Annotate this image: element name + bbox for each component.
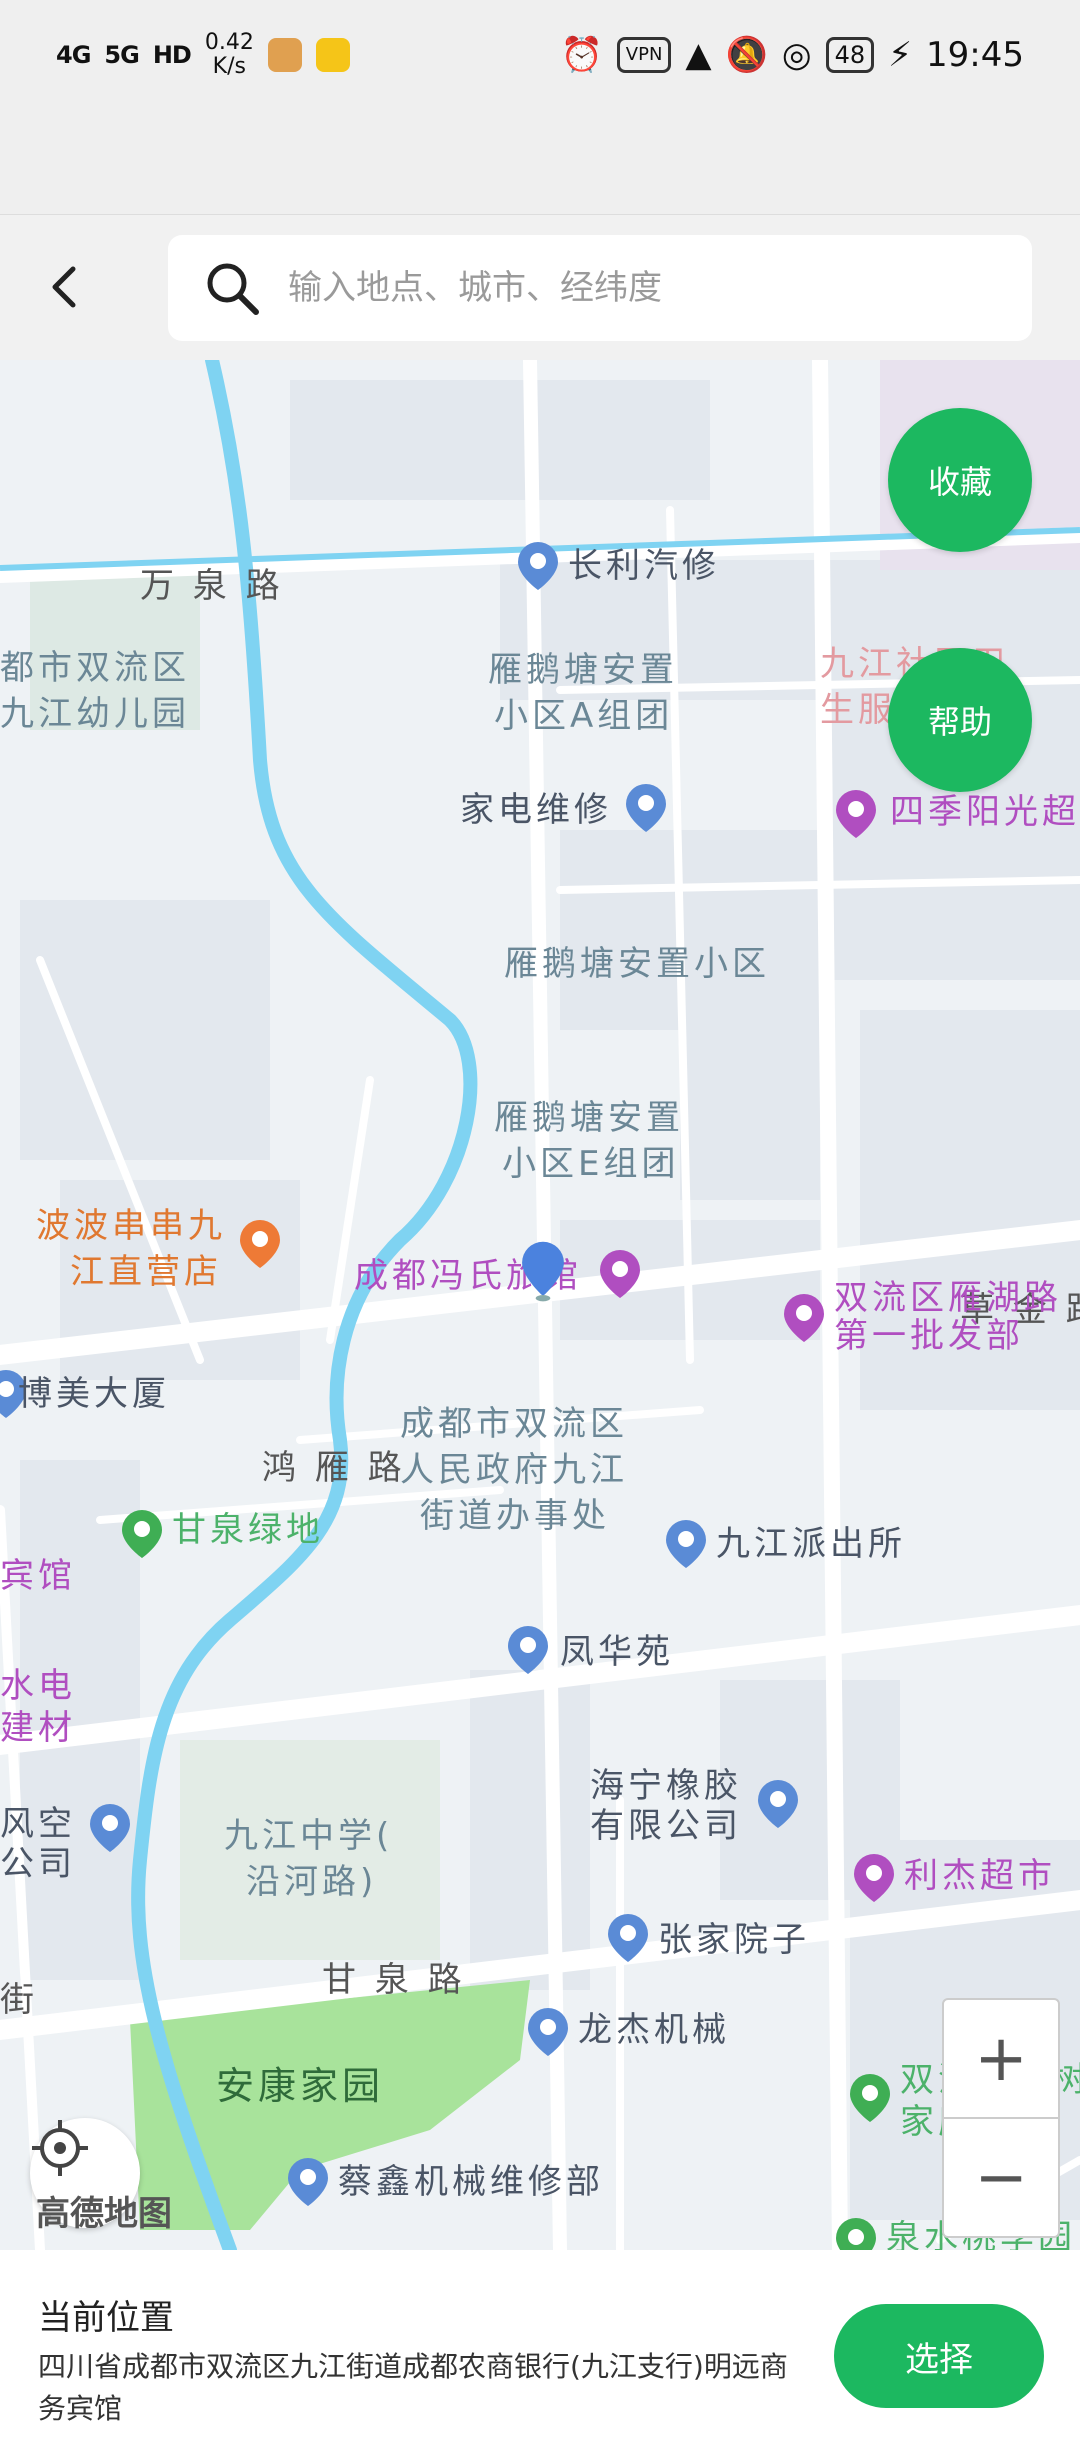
poi-label[interactable]: 四季阳光超	[890, 792, 1080, 832]
vpn-icon: VPN	[616, 37, 672, 73]
area-label: 沿河路)	[246, 1862, 378, 1902]
area-label: 人民政府九江	[400, 1450, 628, 1490]
clock: 19:45	[926, 35, 1024, 75]
location-pin-icon[interactable]	[286, 2156, 330, 2208]
area-label: 九江幼儿园	[0, 694, 190, 734]
zoom-out-button[interactable]: −	[944, 2119, 1058, 2236]
location-pin-icon[interactable]	[526, 2006, 570, 2058]
mute-icon: 🔕	[725, 35, 768, 75]
area-label: 安康家园	[216, 2064, 385, 2108]
signal-4g-icon: 4G	[56, 41, 91, 69]
location-pin-icon[interactable]	[624, 782, 668, 834]
farm-pin-icon[interactable]	[834, 2216, 878, 2250]
residence-pin-icon[interactable]	[506, 1624, 550, 1676]
poi-label[interactable]: 海宁橡胶	[590, 1766, 742, 1806]
location-pin-icon[interactable]	[756, 1778, 800, 1830]
road-label: 甘 泉 路	[322, 1960, 466, 2000]
restaurant-pin-icon[interactable]	[238, 1218, 282, 1270]
crosshair-icon	[32, 2120, 88, 2176]
select-button[interactable]: 选择	[834, 2304, 1044, 2408]
favorite-button[interactable]: 收藏	[888, 408, 1032, 552]
poi-label[interactable]: 有限公司	[590, 1806, 742, 1846]
poi-label[interactable]: 风空	[0, 1804, 76, 1844]
poi-label[interactable]: 九江派出所	[716, 1524, 906, 1564]
search-input[interactable]	[286, 267, 990, 309]
poi-label[interactable]: 张家院子	[658, 1920, 810, 1960]
back-button[interactable]	[40, 263, 88, 311]
area-label: 九江中学(	[224, 1816, 394, 1856]
map-view[interactable]: 万 泉 路 鸿 雁 路 甘 泉 路 草 金 路 街 都市双流区 九江幼儿园 雁鹅…	[0, 360, 1080, 2250]
shopping-cart-pin-icon[interactable]	[782, 1292, 826, 1344]
poi-label[interactable]: 龙杰机械	[578, 2010, 730, 2050]
network-speed-value: 0.42	[204, 30, 254, 55]
battery-icon: 48	[825, 37, 875, 73]
poi-label[interactable]: 建材	[0, 1708, 76, 1748]
area-label: 都市双流区	[0, 648, 190, 688]
app-notification-icon	[315, 38, 350, 72]
poi-label[interactable]: 长利汽修	[568, 546, 720, 586]
charging-icon: ⚡	[888, 35, 913, 75]
farm-pin-icon[interactable]	[848, 2072, 892, 2124]
network-speed: 0.42 K/s	[205, 31, 254, 79]
shopping-cart-pin-icon[interactable]	[834, 788, 878, 840]
sync-icon: ◎	[781, 35, 812, 75]
top-spacer	[0, 110, 1080, 214]
poi-label[interactable]: 凤华苑	[560, 1632, 674, 1672]
park-pin-icon[interactable]	[120, 1508, 164, 1560]
panel-title: 当前位置	[38, 2298, 174, 2338]
poi-label[interactable]: 博美大厦	[18, 1374, 170, 1414]
poi-label[interactable]: 江直营店	[70, 1252, 222, 1292]
poi-label[interactable]: 蔡鑫机械维修部	[338, 2162, 604, 2202]
network-speed-unit: K/s	[212, 54, 246, 79]
police-pin-icon[interactable]	[664, 1518, 708, 1570]
location-arrow-icon: ▲	[685, 35, 712, 75]
poi-label[interactable]: 甘泉绿地	[172, 1510, 324, 1550]
chevron-left-icon	[52, 266, 76, 308]
zoom-in-button[interactable]: +	[944, 2000, 1058, 2119]
signal-5g-icon: 5G	[104, 41, 139, 69]
hd-icon: HD	[152, 41, 192, 69]
current-address: 四川省成都市双流区九江街道成都农商银行(九江支行)明远商务宾馆	[38, 2350, 788, 2425]
search-box[interactable]	[168, 235, 1032, 341]
map-brand-logo: 高德地图	[36, 2194, 172, 2234]
area-label: 雁鹅塘安置小区	[504, 944, 770, 984]
search-icon	[207, 263, 259, 315]
poi-label[interactable]: 宾馆	[0, 1556, 76, 1596]
area-label: 街道办事处	[420, 1496, 610, 1536]
area-label: 成都市双流区	[400, 1404, 628, 1444]
poi-label[interactable]: 第一批发部	[834, 1316, 1024, 1356]
road-label: 万 泉 路	[140, 566, 284, 606]
road-label: 街	[0, 1980, 38, 2020]
status-right: ⏰ VPN ▲ 🔕 ◎ 48 ⚡ 19:45	[560, 35, 1024, 75]
app-notification-icon	[267, 38, 302, 72]
road-label: 鸿 雁 路	[262, 1448, 406, 1488]
search-header	[0, 214, 1080, 361]
current-location-panel: 当前位置 四川省成都市双流区九江街道成都农商银行(九江支行)明远商务宾馆 选择	[0, 2250, 1080, 2460]
status-bar: 4G 5G HD 0.42 K/s ⏰ VPN ▲ 🔕 ◎ 48 ⚡ 19:45	[0, 0, 1080, 110]
poi-label[interactable]: 家电维修	[460, 790, 612, 830]
location-pin-icon[interactable]	[88, 1802, 132, 1854]
status-left: 4G 5G HD 0.42 K/s	[56, 31, 350, 79]
poi-label[interactable]: 波波串串九	[36, 1206, 226, 1246]
area-label: 雁鹅塘安置	[488, 650, 678, 690]
current-location-pin-icon[interactable]	[520, 1238, 566, 1304]
area-label: 雁鹅塘安置	[494, 1098, 684, 1138]
poi-label[interactable]: 利杰超市	[904, 1856, 1056, 1896]
poi-label[interactable]: 公司	[0, 1844, 76, 1884]
zoom-control: + −	[942, 1998, 1060, 2238]
alarm-icon: ⏰	[560, 35, 603, 75]
repair-pin-icon[interactable]	[516, 540, 560, 592]
area-label: 小区A组团	[494, 696, 674, 736]
hotel-pin-icon[interactable]	[598, 1248, 642, 1300]
residence-pin-icon[interactable]	[606, 1912, 650, 1964]
poi-label[interactable]: 双流区雁湖路	[834, 1278, 1062, 1318]
shopping-cart-pin-icon[interactable]	[852, 1852, 896, 1904]
help-button[interactable]: 帮助	[888, 648, 1032, 792]
area-label: 小区E组团	[502, 1144, 680, 1184]
poi-label[interactable]: 水电	[0, 1666, 76, 1706]
